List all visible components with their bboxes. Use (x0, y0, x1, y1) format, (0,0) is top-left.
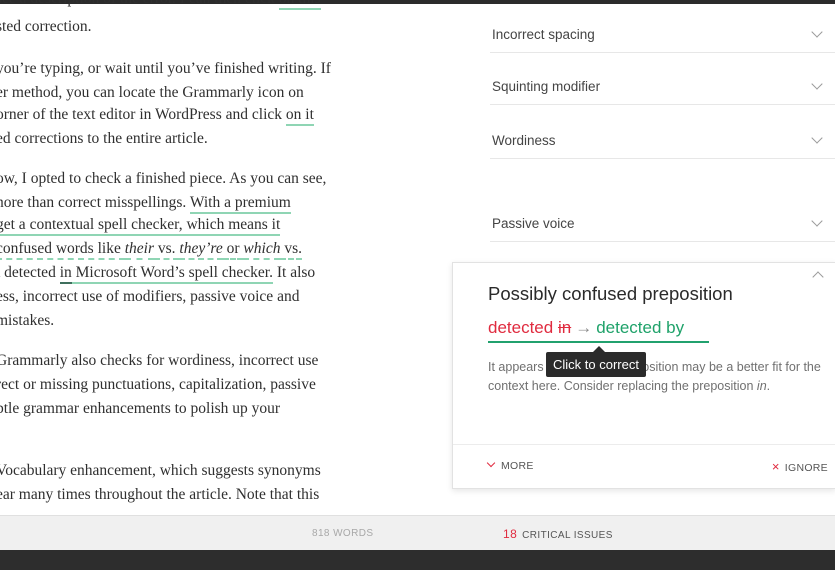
article-text-segment: Vocabulary enhancement, which suggests s… (0, 462, 321, 479)
chevron-down-icon (811, 78, 823, 90)
card-divider (453, 444, 835, 445)
status-bar: 818 WORDS 18 CRITICAL ISSUES (0, 515, 835, 551)
card-explanation: It appears that another preposition may … (488, 360, 821, 393)
flagged-text[interactable]: in (59, 264, 72, 284)
critical-count: 18 (503, 527, 518, 541)
article-line: Vocabulary enhancement, which suggests s… (0, 462, 321, 480)
article-line: nore than correct misspellings. With a p… (0, 194, 291, 214)
article-text-segment: t detected (0, 264, 60, 281)
click-to-correct-tooltip: Click to correct (546, 346, 646, 377)
explanation-word: in (756, 379, 767, 393)
article-text-segment: sted correction. (0, 18, 92, 35)
article-line: btle grammar enhancements to polish up y… (0, 400, 280, 418)
article-line: sted correction. (0, 18, 92, 36)
article-line: mistakes. (0, 312, 54, 330)
article-text-segment: btle grammar enhancements to polish up y… (0, 400, 281, 417)
issue-label: Squinting modifier (492, 79, 601, 94)
issue-incorrect-spacing[interactable]: Incorrect spacing (490, 24, 835, 53)
chevron-down-icon (486, 458, 496, 468)
arrow-right-icon: → (575, 318, 593, 337)
article-line: ear many times throughout the article. N… (0, 486, 319, 504)
issue-label: Incorrect spacing (492, 27, 595, 42)
flagged-text[interactable]: on this (278, 0, 321, 10)
article-line: ed corrections to the entire article. (0, 130, 208, 148)
article-text-segment: ear many times throughout the article. N… (0, 486, 320, 503)
original-text: detected (488, 318, 554, 337)
flagged-text[interactable]: which (243, 240, 281, 260)
flagged-text[interactable]: their (124, 240, 154, 260)
replacement-word: by (666, 318, 685, 337)
chevron-down-icon (811, 26, 823, 38)
article-text-segment: see a description of the error. I can th… (0, 0, 279, 7)
article-text-segment: rect or missing punctuations, capitaliza… (0, 376, 316, 393)
chevron-up-icon[interactable] (812, 271, 824, 283)
article-text-segment: ess, incorrect use of modifiers, passive… (0, 288, 300, 305)
flagged-text[interactable]: vs. (154, 240, 180, 260)
more-button[interactable]: MORE (486, 458, 534, 472)
flagged-text[interactable]: confused words like (0, 240, 125, 260)
window-bottom-frame (0, 550, 835, 570)
article-line: t detected in Microsoft Word’s spell che… (0, 264, 316, 284)
flagged-text[interactable]: Microsoft Word’s spell checker. (71, 264, 273, 284)
card-title: Possibly confused preposition (488, 283, 733, 304)
flagged-text[interactable]: on it (285, 106, 314, 126)
flagged-text[interactable]: get a contextual spell checker, which me… (0, 216, 281, 236)
article-line: confused words like their vs. they’re or… (0, 240, 302, 260)
article-text-segment: orner of the text editor in WordPress an… (0, 106, 286, 123)
article-text-segment: mistakes. (0, 312, 55, 329)
article-line: see a description of the error. I can th… (0, 0, 321, 10)
issue-passive-voice[interactable]: Passive voice (490, 213, 835, 242)
article-text-segment: Grammarly also checks for wordiness, inc… (0, 352, 319, 369)
flagged-text[interactable]: With a premium (189, 194, 291, 214)
article-line: Grammarly also checks for wordiness, inc… (0, 352, 318, 370)
article-text-segment: er method, you can locate the Grammarly … (0, 84, 304, 101)
article-line: get a contextual spell checker, which me… (0, 216, 281, 236)
more-label: MORE (501, 460, 534, 472)
replacement-text: detected (596, 318, 662, 337)
chevron-down-icon (811, 132, 823, 144)
article-text-segment: nore than correct misspellings. (0, 194, 190, 211)
ignore-button[interactable]: × IGNORE (772, 459, 828, 474)
article-line: rect or missing punctuations, capitaliza… (0, 376, 316, 394)
original-error-word: in (557, 318, 572, 337)
issue-label: Wordiness (492, 133, 556, 148)
article-text-segment: you’re typing, or wait until you’ve fini… (0, 60, 331, 77)
critical-label: CRITICAL ISSUES (522, 530, 613, 541)
issue-card-confused-preposition: Possibly confused preposition detected i… (452, 262, 835, 489)
flagged-text[interactable]: they’re (179, 240, 223, 260)
flagged-text[interactable]: vs. (280, 240, 302, 260)
issue-label: Passive voice (492, 216, 575, 231)
article-text-segment: ed corrections to the entire article. (0, 130, 208, 147)
article-line: orner of the text editor in WordPress an… (0, 106, 314, 126)
article-text-segment: It also (272, 264, 316, 281)
critical-issues-count[interactable]: 18 CRITICAL ISSUES (503, 527, 613, 541)
article-text-segment: ow, I opted to check a finished piece. A… (0, 170, 327, 187)
close-icon: × (771, 459, 780, 474)
article-line: you’re typing, or wait until you’ve fini… (0, 60, 331, 78)
ignore-label: IGNORE (784, 462, 828, 474)
flagged-text[interactable]: or (222, 240, 244, 260)
article-line: ow, I opted to check a finished piece. A… (0, 170, 326, 188)
article-text[interactable]: see a description of the error. I can th… (0, 0, 440, 515)
issue-wordiness[interactable]: Wordiness (490, 130, 835, 159)
issue-squinting-modifier[interactable]: Squinting modifier (490, 76, 835, 105)
chevron-down-icon (811, 215, 823, 227)
article-line: ess, incorrect use of modifiers, passive… (0, 288, 299, 306)
article-line: er method, you can locate the Grammarly … (0, 84, 304, 102)
correction-suggestion[interactable]: detected in → detected by (488, 318, 709, 343)
word-count: 818 WORDS (312, 528, 374, 539)
